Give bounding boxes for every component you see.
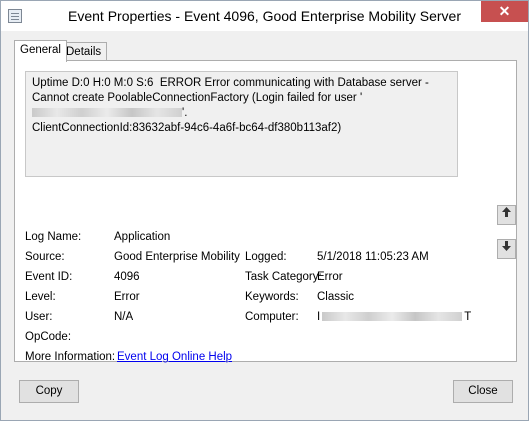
up-arrow-icon: [502, 207, 511, 217]
level-label: Level:: [25, 291, 56, 303]
keywords-value: Classic: [317, 291, 355, 303]
computer-value: IT: [317, 311, 471, 323]
down-arrow-icon: [502, 241, 511, 251]
event-log-online-help-link[interactable]: Event Log Online Help: [117, 351, 232, 363]
computer-value-prefix: I: [317, 311, 321, 323]
copy-button[interactable]: Copy: [19, 380, 79, 403]
more-info-label: More Information:: [25, 351, 116, 363]
redacted-computer-name: [322, 312, 463, 322]
task-category-label: Task Category:: [245, 271, 322, 283]
description-text-1: Uptime D:0 H:0 M:0 S:6 ERROR Error commu…: [32, 77, 429, 104]
close-window-button[interactable]: ✕: [481, 1, 528, 22]
description-text-3: ClientConnectionId:83632abf-94c6-4a6f-bc…: [32, 122, 342, 134]
redacted-username: [32, 108, 182, 118]
description-text-2: '.: [182, 107, 188, 119]
close-button[interactable]: Close: [453, 380, 513, 403]
dialog-body: General Details Uptime D:0 H:0 M:0 S:6 E…: [9, 31, 520, 412]
log-name-label: Log Name:: [25, 231, 82, 243]
event-description[interactable]: Uptime D:0 H:0 M:0 S:6 ERROR Error commu…: [25, 71, 458, 177]
task-category-value: Error: [317, 271, 343, 283]
user-label: User:: [25, 311, 53, 323]
keywords-label: Keywords:: [245, 291, 299, 303]
source-label: Source:: [25, 251, 65, 263]
event-id-value: 4096: [114, 271, 140, 283]
level-value: Error: [114, 291, 140, 303]
logged-value: 5/1/2018 11:05:23 AM: [317, 251, 429, 263]
event-id-label: Event ID:: [25, 271, 73, 283]
computer-value-suffix: T: [464, 311, 472, 323]
event-properties-window: Event Properties - Event 4096, Good Ente…: [0, 0, 529, 421]
tab-general[interactable]: General: [14, 40, 67, 62]
title-bar: Event Properties - Event 4096, Good Ente…: [1, 1, 528, 31]
logged-label: Logged:: [245, 251, 287, 263]
user-value: N/A: [114, 311, 134, 323]
next-event-button[interactable]: [497, 239, 516, 259]
general-panel: Uptime D:0 H:0 M:0 S:6 ERROR Error commu…: [14, 60, 517, 363]
tab-details[interactable]: Details: [60, 42, 108, 62]
previous-event-button[interactable]: [497, 205, 516, 225]
source-value: Good Enterprise Mobility Ser: [114, 251, 240, 263]
window-title: Event Properties - Event 4096, Good Ente…: [68, 8, 461, 24]
opcode-label: OpCode:: [25, 331, 72, 343]
log-name-value: Application: [114, 231, 171, 243]
computer-label: Computer:: [245, 311, 299, 323]
